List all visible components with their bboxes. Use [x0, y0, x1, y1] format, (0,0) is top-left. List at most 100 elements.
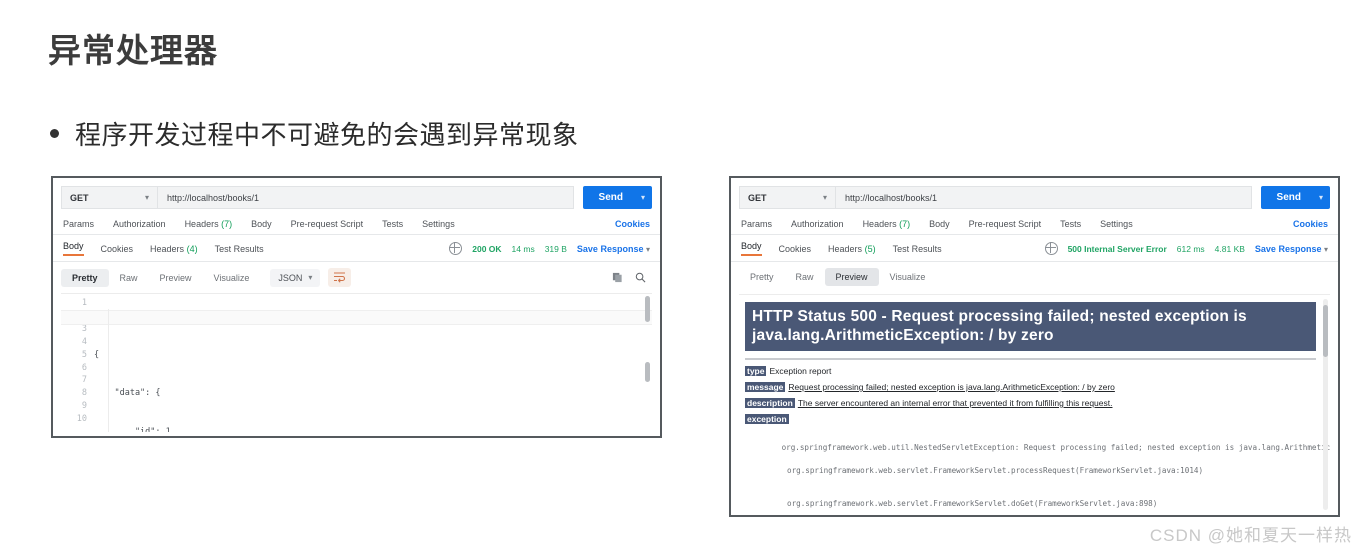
line-number: 9 [81, 401, 87, 412]
cookies-link[interactable]: Cookies [615, 219, 650, 229]
save-response-button[interactable]: Save Response ▾ [1255, 244, 1328, 254]
response-size: 4.81 KB [1214, 243, 1245, 254]
search-icon[interactable] [635, 272, 646, 283]
body-mode-preview[interactable]: Preview [824, 268, 879, 286]
error-field-label: description [745, 398, 795, 408]
json-line: "data": { [94, 388, 161, 399]
error-field-value: The server encountered an internal error… [797, 398, 1113, 408]
response-tab-headers[interactable]: Headers (4) [150, 244, 198, 254]
http-method-select[interactable]: GET ▾ [61, 186, 157, 209]
tab-tests[interactable]: Tests [1060, 219, 1081, 229]
tab-params[interactable]: Params [63, 219, 94, 229]
tab-tests[interactable]: Tests [382, 219, 403, 229]
body-mode-pretty[interactable]: Pretty [61, 268, 109, 287]
response-size: 319 B [544, 243, 567, 254]
save-response-label: Save Response [576, 243, 644, 254]
body-format-value: JSON [278, 272, 303, 283]
save-response-button[interactable]: Save Response ▾ [577, 244, 650, 254]
watermark: CSDN @她和夏天一样热 [1149, 526, 1352, 545]
wrap-text-icon [334, 272, 346, 283]
error-field-description: description The server encountered an int… [745, 398, 1324, 408]
send-options-chevron-icon[interactable]: ▾ [1317, 186, 1330, 209]
json-vertical-scrollbar-thumb-secondary[interactable] [645, 362, 650, 382]
globe-icon [1044, 242, 1058, 255]
tab-pre-request-script[interactable]: Pre-request Script [969, 219, 1042, 229]
preview-vertical-scrollbar-thumb[interactable] [1323, 305, 1328, 357]
bullet-item: 程序开发过程中不可避免的会遇到异常现象 [50, 115, 579, 152]
http-method-select[interactable]: GET ▾ [739, 186, 835, 209]
tab-body[interactable]: Body [929, 219, 950, 229]
response-tab-headers-count: (4) [186, 243, 198, 254]
indent-guide [108, 309, 109, 432]
bullet-dot-icon [50, 129, 59, 138]
json-code: 1 2 3 4 5 6 7 8 9 10 { "data": { [61, 294, 652, 432]
tab-settings[interactable]: Settings [422, 219, 455, 229]
bullet-text: 程序开发过程中不可避免的会遇到异常现象 [75, 120, 579, 150]
request-url-row: GET ▾ http://localhost/books/1 Send ▾ [731, 178, 1338, 215]
error-field-type: type Exception report [745, 366, 1324, 376]
copy-icon[interactable] [612, 272, 623, 283]
chevron-down-icon: ▾ [308, 273, 313, 282]
error-field-label: exception [745, 414, 789, 424]
response-tab-body[interactable]: Body [63, 241, 84, 256]
postman-window-success: GET ▾ http://localhost/books/1 Send ▾ Pa… [51, 176, 662, 438]
response-tab-test-results[interactable]: Test Results [215, 244, 264, 254]
request-url-input[interactable]: http://localhost/books/1 [835, 186, 1252, 209]
tab-headers[interactable]: Headers (7) [863, 219, 911, 229]
json-line: { [94, 349, 100, 360]
line-number: 6 [81, 362, 87, 373]
line-number: 7 [81, 375, 87, 386]
send-button[interactable]: Send ▾ [1260, 186, 1330, 209]
body-mode-preview[interactable]: Preview [149, 269, 203, 287]
response-body-toolbar: Pretty Raw Preview Visualize [731, 262, 1338, 292]
error-preview-pane: HTTP Status 500 - Request processing fai… [739, 294, 1330, 514]
request-url-input[interactable]: http://localhost/books/1 [157, 186, 574, 209]
response-status: 200 OK [472, 243, 502, 254]
tab-pre-request-script[interactable]: Pre-request Script [291, 219, 364, 229]
send-button-label: Send [1276, 192, 1301, 203]
tab-body[interactable]: Body [251, 219, 272, 229]
json-vertical-scrollbar-thumb[interactable] [645, 296, 650, 322]
body-mode-raw[interactable]: Raw [109, 269, 149, 287]
json-lines[interactable]: { "data": { "id": 1, "type": "计算机理论", "n… [61, 297, 652, 432]
http-method-value: GET [748, 192, 767, 203]
error-field-value: Request processing failed; nested except… [788, 382, 1115, 392]
response-meta: 500 Internal Server Error 612 ms 4.81 KB… [1044, 242, 1328, 255]
stack-trace-line: org.springframework.web.util.NestedServl… [781, 443, 1330, 453]
globe-icon [449, 242, 463, 255]
response-status: 500 Internal Server Error [1067, 243, 1167, 254]
cookies-link[interactable]: Cookies [1293, 219, 1328, 229]
error-field-label: message [745, 382, 786, 392]
response-tab-body[interactable]: Body [741, 241, 762, 256]
response-tab-headers-label: Headers [828, 243, 863, 254]
error-field-message: message Request processing failed; nested… [745, 382, 1324, 392]
body-mode-pretty[interactable]: Pretty [739, 268, 785, 286]
tab-authorization[interactable]: Authorization [113, 219, 166, 229]
chevron-down-icon: ▾ [645, 244, 650, 254]
response-tab-cookies[interactable]: Cookies [101, 244, 134, 254]
body-mode-visualize[interactable]: Visualize [879, 268, 937, 286]
body-format-select[interactable]: JSON ▾ [270, 268, 321, 287]
send-button-label: Send [598, 192, 623, 203]
response-tab-headers[interactable]: Headers (5) [828, 244, 876, 254]
response-tab-cookies[interactable]: Cookies [779, 244, 812, 254]
tab-settings[interactable]: Settings [1100, 219, 1133, 229]
response-tab-test-results[interactable]: Test Results [893, 244, 942, 254]
line-number: 1 [81, 298, 87, 308]
response-tab-headers-count: (5) [864, 243, 876, 254]
tab-headers-count: (7) [221, 219, 233, 229]
response-tab-bar: Body Cookies Headers (5) Test Results 50… [731, 235, 1338, 262]
stack-trace-line: org.springframework.web.servlet.Framewor… [787, 465, 1204, 475]
body-mode-raw[interactable]: Raw [785, 268, 825, 286]
body-mode-visualize[interactable]: Visualize [203, 269, 261, 287]
send-options-chevron-icon[interactable]: ▾ [639, 186, 652, 209]
error-field-value: Exception report [769, 366, 832, 376]
send-button[interactable]: Send ▾ [582, 186, 652, 209]
response-time: 612 ms [1176, 243, 1205, 254]
tab-authorization[interactable]: Authorization [791, 219, 844, 229]
wrap-text-button[interactable] [328, 268, 352, 287]
request-url-row: GET ▾ http://localhost/books/1 Send ▾ [53, 178, 660, 215]
tab-params[interactable]: Params [741, 219, 772, 229]
tab-headers[interactable]: Headers (7) [185, 219, 233, 229]
chevron-down-icon: ▾ [144, 193, 149, 202]
